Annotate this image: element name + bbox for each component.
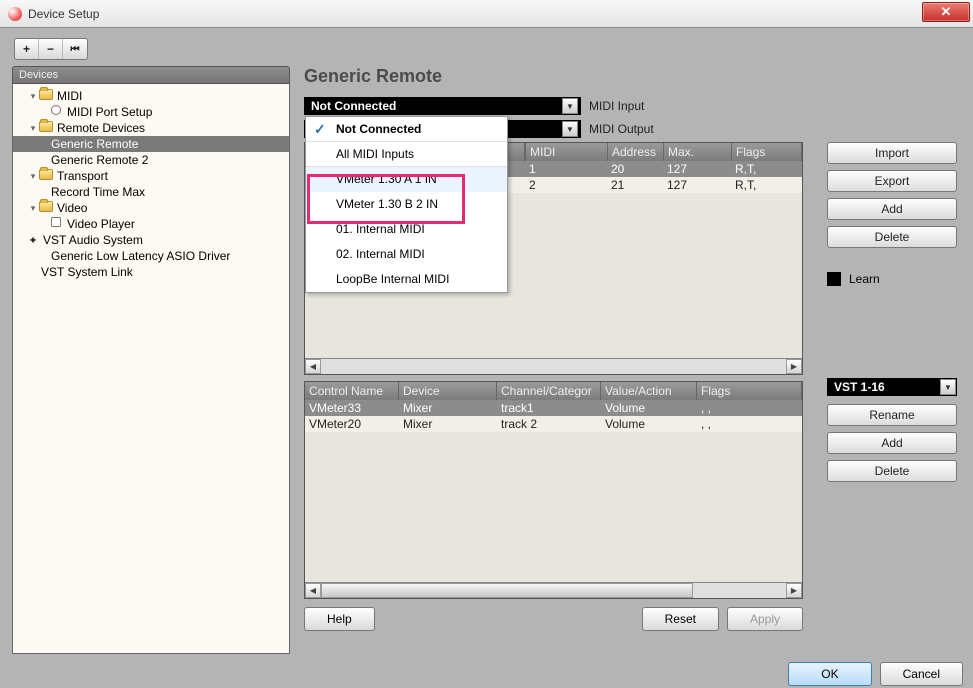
tree-video-player[interactable]: Video Player [13,216,289,232]
tree-midi[interactable]: ▾MIDI [13,88,289,104]
add-button-upper[interactable]: Add [827,198,957,220]
tree-generic-remote-2[interactable]: Generic Remote 2 [13,152,289,168]
tree-generic-remote[interactable]: Generic Remote [13,136,289,152]
learn-label: Learn [849,272,880,286]
tree-remote-devices[interactable]: ▾Remote Devices [13,120,289,136]
vst-bank-combo[interactable]: VST 1-16 ▼ [827,378,957,396]
tree-transport[interactable]: ▾Transport [13,168,289,184]
table-row[interactable]: VMeter20 Mixer track 2 Volume , , [305,416,802,432]
dd-item-all-midi[interactable]: All MIDI Inputs [306,142,507,167]
reset-device-button[interactable]: ⏮ [63,39,87,59]
window-title: Device Setup [28,7,99,21]
app-icon [8,7,22,21]
reset-button[interactable]: Reset [642,607,719,631]
check-icon: ✓ [314,121,326,138]
tree-video[interactable]: ▾Video [13,200,289,216]
midi-input-value: Not Connected [311,99,396,113]
midi-output-label: MIDI Output [589,122,654,136]
tree-midi-port-setup[interactable]: MIDI Port Setup [13,104,289,120]
close-button[interactable]: ✕ [922,2,970,22]
dd-item-vmeter-b[interactable]: VMeter 1.30 B 2 IN [306,192,507,217]
device-toolbar: + − ⏮ [14,38,88,60]
tree-asio-driver[interactable]: Generic Low Latency ASIO Driver [13,248,289,264]
learn-checkbox[interactable] [827,272,841,286]
lower-hscroll[interactable]: ◀▶ [305,582,802,598]
dd-item-internal-1[interactable]: 01. Internal MIDI [306,217,507,242]
dd-item-internal-2[interactable]: 02. Internal MIDI [306,242,507,267]
delete-button-lower[interactable]: Delete [827,460,957,482]
title-bar: Device Setup ✕ [0,0,973,28]
tree-vst-audio[interactable]: ✦VST Audio System [13,232,289,248]
lower-table-body[interactable]: VMeter33 Mixer track1 Volume , , VMeter2… [305,400,802,582]
table-row[interactable]: VMeter33 Mixer track1 Volume , , [305,400,802,416]
chevron-down-icon: ▼ [562,121,578,137]
add-button-lower[interactable]: Add [827,432,957,454]
midi-input-label: MIDI Input [589,99,644,113]
devices-panel: Devices ▾MIDI MIDI Port Setup ▾Remote De… [12,66,290,654]
upper-hscroll[interactable]: ◀▶ [305,358,802,374]
cancel-button[interactable]: Cancel [880,662,963,686]
import-button[interactable]: Import [827,142,957,164]
ok-button[interactable]: OK [788,662,871,686]
tree-record-time-max[interactable]: Record Time Max [13,184,289,200]
chevron-down-icon: ▼ [562,98,578,114]
learn-row: Learn [827,272,957,286]
tree-vst-system-link[interactable]: VST System Link [13,264,289,280]
dd-item-vmeter-a[interactable]: VMeter 1.30 A 1 IN [306,167,507,192]
lower-table-header: Control Name Device Channel/Categor Valu… [305,382,802,400]
add-device-button[interactable]: + [15,39,39,59]
devices-header: Devices [12,66,290,84]
export-button[interactable]: Export [827,170,957,192]
dd-item-not-connected[interactable]: ✓Not Connected [306,117,507,142]
delete-button-upper[interactable]: Delete [827,226,957,248]
midi-input-combo[interactable]: Not Connected ▼ [304,97,581,115]
help-button[interactable]: Help [304,607,375,631]
remove-device-button[interactable]: − [39,39,63,59]
chevron-down-icon: ▼ [940,379,956,395]
section-title: Generic Remote [304,66,965,90]
rename-button[interactable]: Rename [827,404,957,426]
control-table-lower: Control Name Device Channel/Categor Valu… [304,381,803,599]
devices-tree[interactable]: ▾MIDI MIDI Port Setup ▾Remote Devices Ge… [12,84,290,654]
apply-button[interactable]: Apply [727,607,803,631]
dd-item-loopbe[interactable]: LoopBe Internal MIDI [306,267,507,292]
midi-input-dropdown[interactable]: ✓Not Connected All MIDI Inputs VMeter 1.… [305,116,508,293]
